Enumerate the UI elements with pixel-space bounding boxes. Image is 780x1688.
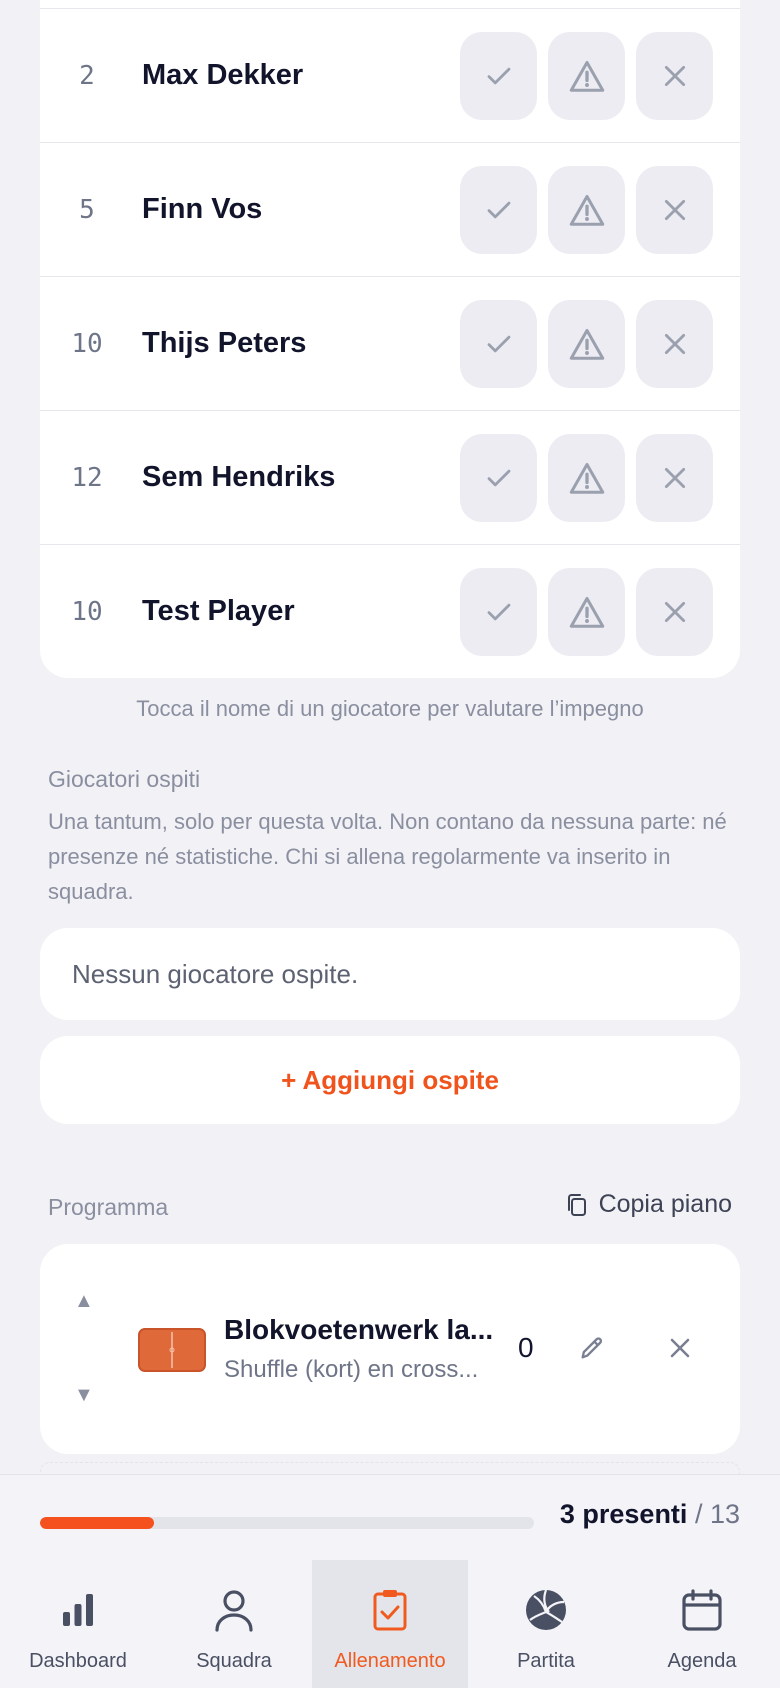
warning-icon [569,597,604,628]
roster-hint: Tocca il nome di un giocatore per valuta… [136,696,644,721]
player-number: 10 [71,596,103,627]
player-name[interactable]: Thijs Peters [142,327,306,360]
mark-absent-button[interactable] [636,300,713,388]
check-icon [487,469,510,487]
person-icon [215,1590,253,1632]
tab-partita[interactable]: Partita [468,1560,624,1688]
attendance-bar: 3 presenti / 13 [0,1474,780,1560]
player-name[interactable]: Test Player [142,595,295,628]
warning-icon [569,329,604,360]
guests-description: Una tantum, solo per questa volta. Non c… [48,809,727,904]
mark-present-button[interactable] [460,300,537,388]
check-icon [487,201,510,219]
close-icon [664,199,685,221]
mark-injured-button[interactable] [548,300,625,388]
close-icon [670,1338,690,1358]
roster-card: 2 Max Dekker 5 Finn Vos 10 Thijs Peters [40,0,740,678]
attendance-progress [40,1517,534,1529]
court-thumbnail-icon [138,1328,206,1372]
player-row: 5 Finn Vos [40,142,740,276]
clipboard-check-icon [373,1590,407,1631]
guests-empty-card: Nessun giocatore ospite. [40,928,740,1020]
mark-absent-button[interactable] [636,166,713,254]
tab-agenda[interactable]: Agenda [624,1560,780,1688]
warning-icon [569,61,604,92]
mark-present-button[interactable] [460,166,537,254]
copy-plan-label: Copia piano [598,1190,732,1218]
calendar-icon [682,1589,722,1631]
drill-title[interactable]: Blokvoetenwerk la... [224,1314,499,1346]
player-name[interactable]: Max Dekker [142,59,303,92]
move-down-button[interactable]: ▼ [74,1384,94,1407]
program-title: Programma [48,1194,169,1220]
mark-present-button[interactable] [460,434,537,522]
mark-present-button[interactable] [460,32,537,120]
mark-absent-button[interactable] [636,568,713,656]
drill-count: 0 [518,1332,534,1363]
mark-absent-button[interactable] [636,434,713,522]
pencil-icon [581,1337,602,1359]
player-number: 2 [79,60,95,91]
triangle-down-icon: ▼ [74,1384,94,1406]
triangle-up-icon: ▲ [74,1290,94,1312]
add-guest-button[interactable]: + Aggiungi ospite [40,1036,740,1124]
volleyball-icon [526,1589,566,1630]
mark-injured-button[interactable] [548,434,625,522]
mark-injured-button[interactable] [548,32,625,120]
player-number: 10 [71,328,103,359]
guests-title: Giocatori ospiti [48,766,201,792]
close-icon [664,601,685,623]
mark-absent-button[interactable] [636,32,713,120]
tab-label: Dashboard [29,1650,127,1672]
warning-icon [569,195,604,226]
close-icon [664,467,685,489]
tab-dashboard[interactable]: Dashboard [0,1560,156,1688]
tab-bar: Dashboard Squadra Allenamento Partita Ag… [0,1560,780,1688]
check-icon [487,335,510,353]
player-name[interactable]: Sem Hendriks [142,461,335,494]
mark-injured-button[interactable] [548,166,625,254]
player-row: 2 Max Dekker [40,8,740,142]
player-number: 5 [79,194,95,225]
player-number: 12 [71,462,103,493]
check-icon [487,603,510,621]
copy-plan-button[interactable]: Copia piano [565,1190,732,1219]
warning-icon [569,463,604,494]
drill-subtitle: Shuffle (kort) en cross... [224,1356,479,1383]
move-up-button[interactable]: ▲ [74,1290,94,1313]
remove-drill-button[interactable] [668,1336,692,1365]
tab-label: Squadra [196,1650,272,1672]
edit-drill-button[interactable] [578,1334,606,1367]
chart-bar-icon [63,1594,93,1626]
attendance-progress-fill [40,1517,154,1529]
tab-allenamento[interactable]: Allenamento [312,1560,468,1688]
tab-label: Agenda [667,1650,737,1672]
player-row: 10 Thijs Peters [40,276,740,410]
copy-icon [567,1193,586,1216]
tab-label: Allenamento [334,1650,446,1672]
player-row: 10 Test Player [40,544,740,678]
attendance-summary: 3 presenti / 13 [560,1499,740,1530]
check-icon [487,67,510,85]
close-icon [664,333,685,355]
mark-injured-button[interactable] [548,568,625,656]
player-name[interactable]: Finn Vos [142,193,262,226]
mark-present-button[interactable] [460,568,537,656]
tab-label: Partita [517,1650,575,1672]
player-row: 12 Sem Hendriks [40,410,740,544]
add-guest-label: + Aggiungi ospite [281,1064,499,1095]
tab-squadra[interactable]: Squadra [156,1560,312,1688]
present-count: 3 presenti [559,1499,688,1529]
close-icon [664,65,685,87]
guests-empty-text: Nessun giocatore ospite. [72,958,359,989]
total-count: / 13 [694,1499,740,1529]
